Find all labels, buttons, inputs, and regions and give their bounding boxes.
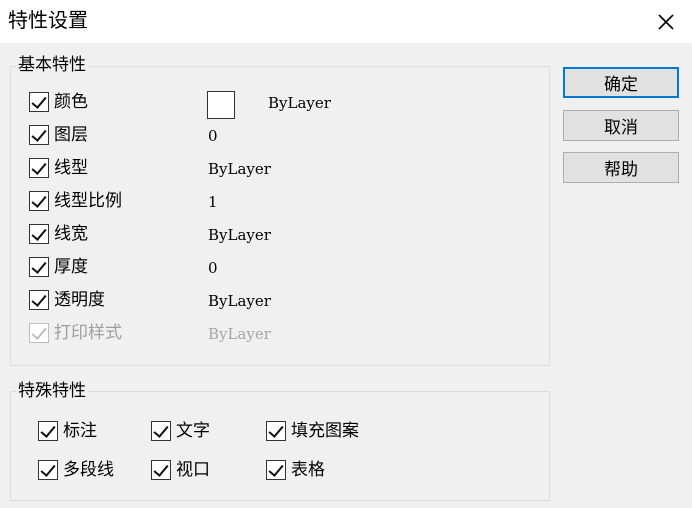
special-item-dimension[interactable]: 标注 [38, 420, 97, 442]
special-item-text[interactable]: 文字 [151, 420, 210, 442]
table-label: 表格 [291, 460, 325, 480]
linetype-scale-value: 1 [208, 193, 218, 211]
layer-value: 0 [208, 127, 218, 145]
help-button[interactable]: 帮助 [563, 152, 679, 183]
prop-row-layer[interactable]: 图层 [29, 124, 88, 146]
plot-style-label: 打印样式 [54, 323, 122, 343]
prop-row-linetype[interactable]: 线型 [29, 157, 88, 179]
lineweight-value: ByLayer [208, 226, 271, 244]
special-item-polyline[interactable]: 多段线 [38, 459, 114, 481]
text-label: 文字 [176, 421, 210, 441]
polyline-checkbox[interactable] [38, 460, 58, 480]
linetype-checkbox[interactable] [29, 158, 49, 178]
plot-style-checkbox [29, 323, 49, 343]
prop-row-linetype-scale[interactable]: 线型比例 [29, 190, 122, 212]
plot-style-value: ByLayer [208, 325, 271, 343]
basic-properties-legend: 基本特性 [16, 54, 88, 76]
close-button[interactable] [640, 0, 692, 43]
prop-row-thickness[interactable]: 厚度 [29, 256, 88, 278]
hatch-label: 填充图案 [291, 421, 359, 441]
dimension-checkbox[interactable] [38, 421, 58, 441]
thickness-label: 厚度 [54, 257, 88, 277]
special-item-table[interactable]: 表格 [266, 459, 325, 481]
prop-row-plot-style: 打印样式 [29, 322, 122, 344]
transparency-label: 透明度 [54, 290, 105, 310]
linetype-value: ByLayer [208, 160, 271, 178]
color-swatch-button[interactable] [207, 91, 235, 119]
lineweight-checkbox[interactable] [29, 224, 49, 244]
dimension-label: 标注 [63, 421, 97, 441]
window-title: 特性设置 [8, 8, 88, 32]
prop-row-color[interactable]: 颜色 [29, 91, 88, 113]
color-label: 颜色 [54, 92, 88, 112]
layer-checkbox[interactable] [29, 125, 49, 145]
viewport-label: 视口 [176, 460, 210, 480]
linetype-scale-label: 线型比例 [54, 191, 122, 211]
color-checkbox[interactable] [29, 92, 49, 112]
special-item-viewport[interactable]: 视口 [151, 459, 210, 481]
title-bar: 特性设置 [0, 0, 692, 43]
viewport-checkbox[interactable] [151, 460, 171, 480]
thickness-checkbox[interactable] [29, 257, 49, 277]
color-value: ByLayer [268, 94, 331, 112]
cancel-button[interactable]: 取消 [563, 110, 679, 141]
transparency-value: ByLayer [208, 292, 271, 310]
ok-button[interactable]: 确定 [563, 67, 679, 98]
prop-row-lineweight[interactable]: 线宽 [29, 223, 88, 245]
special-properties-group [10, 391, 550, 501]
thickness-value: 0 [208, 259, 218, 277]
hatch-checkbox[interactable] [266, 421, 286, 441]
transparency-checkbox[interactable] [29, 290, 49, 310]
table-checkbox[interactable] [266, 460, 286, 480]
lineweight-label: 线宽 [54, 224, 88, 244]
close-icon [658, 13, 674, 30]
linetype-scale-checkbox[interactable] [29, 191, 49, 211]
linetype-label: 线型 [54, 158, 88, 178]
special-properties-legend: 特殊特性 [16, 380, 88, 402]
text-checkbox[interactable] [151, 421, 171, 441]
prop-row-transparency[interactable]: 透明度 [29, 289, 105, 311]
special-item-hatch[interactable]: 填充图案 [266, 420, 359, 442]
layer-label: 图层 [54, 125, 88, 145]
polyline-label: 多段线 [63, 460, 114, 480]
